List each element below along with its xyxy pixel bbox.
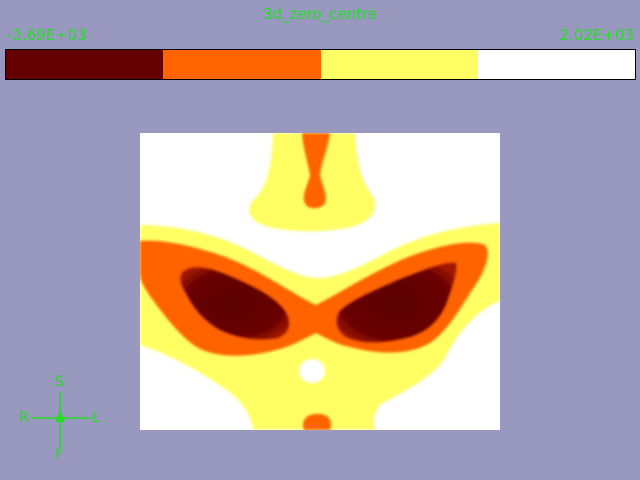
colorbar[interactable] bbox=[5, 49, 636, 80]
orientation-marker: S I R L bbox=[14, 372, 106, 464]
colorbar-segment-2 bbox=[163, 50, 321, 79]
orientation-arrow-icon bbox=[55, 410, 65, 422]
colorbar-segment-4 bbox=[477, 50, 635, 79]
viewer-window: 3d_zero_centre -3.69E+03 2.02E+03 S I R … bbox=[0, 0, 640, 480]
colorbar-max-label: 2.02E+03 bbox=[559, 26, 634, 44]
orientation-superior: S bbox=[55, 374, 64, 390]
orientation-inferior: I bbox=[55, 446, 60, 462]
orientation-left: L bbox=[92, 410, 100, 426]
slice-view[interactable] bbox=[140, 133, 500, 430]
colorbar-segment-1 bbox=[6, 50, 164, 79]
volume-title: 3d_zero_centre bbox=[262, 5, 378, 23]
region-white-center-hole bbox=[299, 359, 325, 383]
colorbar-segment-3 bbox=[320, 50, 478, 79]
orientation-right: R bbox=[19, 410, 29, 426]
colorbar-min-label: -3.69E+03 bbox=[7, 26, 87, 44]
